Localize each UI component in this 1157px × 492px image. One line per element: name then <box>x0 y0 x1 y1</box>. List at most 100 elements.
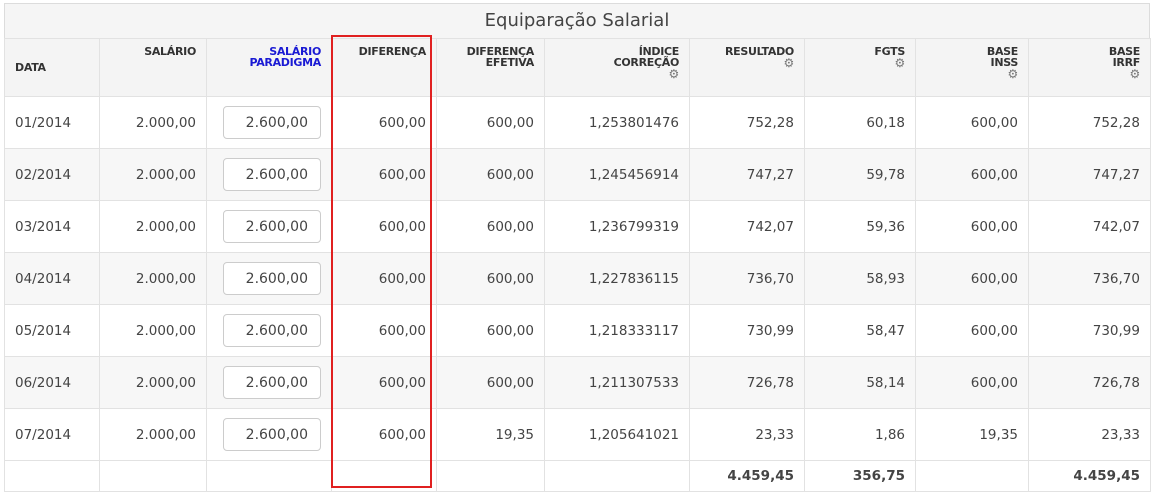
salario-paradigma-input[interactable] <box>223 366 321 399</box>
table-row: 05/20142.000,00600,00600,001,21833311773… <box>4 304 1151 357</box>
cell-diferenca-efetiva: 19,35 <box>436 408 545 461</box>
gear-icon[interactable]: ⚙ <box>895 57 906 69</box>
cell-data: 01/2014 <box>4 96 100 149</box>
col-header-base-inss: BASE INSS ⚙ <box>915 38 1029 97</box>
cell-salario: 2.000,00 <box>99 304 207 357</box>
cell-indice-correcao: 1,218333117 <box>544 304 690 357</box>
cell-data: 06/2014 <box>4 356 100 409</box>
cell-diferenca: 600,00 <box>331 304 437 357</box>
cell-diferenca: 600,00 <box>331 408 437 461</box>
cell-diferenca: 600,00 <box>331 148 437 201</box>
col-header-diferenca: DIFERENÇA <box>331 38 437 97</box>
salario-paradigma-input[interactable] <box>223 314 321 347</box>
table-body: 01/20142.000,00600,00600,001,25380147675… <box>4 96 1151 461</box>
cell-data: 04/2014 <box>4 252 100 305</box>
cell-resultado: 736,70 <box>689 252 805 305</box>
cell-salario: 2.000,00 <box>99 252 207 305</box>
cell-indice-correcao: 1,236799319 <box>544 200 690 253</box>
cell-diferenca-efetiva: 600,00 <box>436 252 545 305</box>
cell-diferenca: 600,00 <box>331 96 437 149</box>
col-header-indice-correcao: ÍNDICE CORREÇÃO ⚙ <box>544 38 690 97</box>
cell-salario-paradigma <box>206 148 332 201</box>
cell-diferenca: 600,00 <box>331 200 437 253</box>
gear-icon[interactable]: ⚙ <box>784 57 795 69</box>
col-header-resultado: RESULTADO ⚙ <box>689 38 805 97</box>
cell-salario: 2.000,00 <box>99 356 207 409</box>
cell-diferenca-efetiva: 600,00 <box>436 356 545 409</box>
col-header-diferenca-efetiva-line2: EFETIVA <box>485 56 535 69</box>
cell-resultado: 747,27 <box>689 148 805 201</box>
table-row: 04/20142.000,00600,00600,001,22783611573… <box>4 252 1151 305</box>
table-row: 01/20142.000,00600,00600,001,25380147675… <box>4 96 1151 149</box>
total-cell-empty <box>915 460 1029 492</box>
cell-base-inss: 600,00 <box>915 200 1029 253</box>
total-resultado: 4.459,45 <box>689 460 805 492</box>
cell-data: 07/2014 <box>4 408 100 461</box>
cell-salario-paradigma <box>206 356 332 409</box>
gear-icon[interactable]: ⚙ <box>1130 68 1141 80</box>
cell-indice-correcao: 1,245456914 <box>544 148 690 201</box>
cell-base-irrf: 23,33 <box>1028 408 1151 461</box>
cell-base-inss: 600,00 <box>915 252 1029 305</box>
cell-base-inss: 600,00 <box>915 304 1029 357</box>
cell-diferenca: 600,00 <box>331 356 437 409</box>
col-header-diferenca-label: DIFERENÇA <box>358 45 427 58</box>
total-cell-empty <box>4 460 100 492</box>
totals-row: 4.459,45 356,75 4.459,45 <box>4 460 1151 492</box>
cell-base-irrf: 752,28 <box>1028 96 1151 149</box>
cell-salario: 2.000,00 <box>99 408 207 461</box>
cell-fgts: 60,18 <box>804 96 916 149</box>
cell-resultado: 726,78 <box>689 356 805 409</box>
cell-diferenca: 600,00 <box>331 252 437 305</box>
cell-base-irrf: 736,70 <box>1028 252 1151 305</box>
total-cell-empty <box>99 460 207 492</box>
cell-base-irrf: 747,27 <box>1028 148 1151 201</box>
col-header-salario-paradigma[interactable]: SALÁRIO PARADIGMA <box>206 38 332 97</box>
total-fgts: 356,75 <box>804 460 916 492</box>
salario-paradigma-input[interactable] <box>223 158 321 191</box>
salario-paradigma-input[interactable] <box>223 210 321 243</box>
header-row: DATA SALÁRIO SALÁRIO PARADIGMA DIFERENÇA… <box>4 38 1151 97</box>
col-header-fgts: FGTS ⚙ <box>804 38 916 97</box>
cell-base-irrf: 726,78 <box>1028 356 1151 409</box>
cell-indice-correcao: 1,227836115 <box>544 252 690 305</box>
table-row: 02/20142.000,00600,00600,001,24545691474… <box>4 148 1151 201</box>
cell-data: 03/2014 <box>4 200 100 253</box>
cell-salario: 2.000,00 <box>99 200 207 253</box>
cell-resultado: 742,07 <box>689 200 805 253</box>
col-header-diferenca-efetiva: DIFERENÇA EFETIVA <box>436 38 545 97</box>
gear-icon[interactable]: ⚙ <box>1008 68 1019 80</box>
cell-salario-paradigma <box>206 96 332 149</box>
cell-fgts: 59,36 <box>804 200 916 253</box>
cell-salario-paradigma <box>206 200 332 253</box>
total-cell-empty <box>436 460 545 492</box>
cell-fgts: 59,78 <box>804 148 916 201</box>
total-cell-empty <box>206 460 332 492</box>
salario-paradigma-input[interactable] <box>223 262 321 295</box>
cell-resultado: 752,28 <box>689 96 805 149</box>
cell-salario: 2.000,00 <box>99 148 207 201</box>
col-header-salario-label: SALÁRIO <box>144 45 196 58</box>
total-cell-empty <box>331 460 437 492</box>
total-irrf: 4.459,45 <box>1028 460 1151 492</box>
cell-fgts: 58,14 <box>804 356 916 409</box>
cell-base-inss: 19,35 <box>915 408 1029 461</box>
table-row: 07/20142.000,00600,0019,351,20564102123,… <box>4 408 1151 461</box>
col-header-base-irrf: BASE IRRF ⚙ <box>1028 38 1151 97</box>
salario-paradigma-input[interactable] <box>223 106 321 139</box>
col-header-data: DATA <box>4 38 100 97</box>
gear-icon[interactable]: ⚙ <box>669 68 680 80</box>
cell-fgts: 58,47 <box>804 304 916 357</box>
cell-indice-correcao: 1,205641021 <box>544 408 690 461</box>
panel-title: Equiparação Salarial <box>4 3 1150 38</box>
table-row: 06/20142.000,00600,00600,001,21130753372… <box>4 356 1151 409</box>
cell-base-irrf: 742,07 <box>1028 200 1151 253</box>
col-header-salario-paradigma-line2[interactable]: PARADIGMA <box>249 56 321 69</box>
cell-base-inss: 600,00 <box>915 96 1029 149</box>
cell-resultado: 23,33 <box>689 408 805 461</box>
cell-base-inss: 600,00 <box>915 356 1029 409</box>
cell-fgts: 1,86 <box>804 408 916 461</box>
salario-paradigma-input[interactable] <box>223 418 321 451</box>
table-row: 03/20142.000,00600,00600,001,23679931974… <box>4 200 1151 253</box>
col-header-salario: SALÁRIO <box>99 38 207 97</box>
